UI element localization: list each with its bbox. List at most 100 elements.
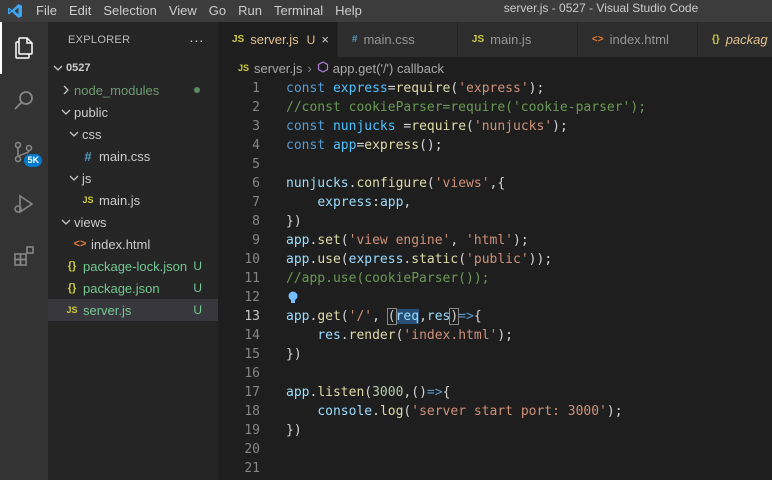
explorer-header: EXPLORER ··· bbox=[48, 22, 218, 57]
code-line[interactable]: 19}) bbox=[218, 421, 772, 440]
git-untracked-badge: U bbox=[193, 303, 202, 317]
code-token: ( bbox=[340, 309, 349, 324]
code-line[interactable]: 9 app.set('view engine', 'html'); bbox=[218, 231, 772, 250]
code-line[interactable]: 12 bbox=[218, 288, 772, 307]
code-line[interactable]: 8}) bbox=[218, 212, 772, 231]
tree-item-label: css bbox=[82, 126, 102, 142]
chevron-down-icon bbox=[58, 107, 74, 117]
chevron-down-icon bbox=[58, 217, 74, 227]
tree-item-views[interactable]: views bbox=[48, 211, 218, 233]
explorer-sidebar: EXPLORER ··· 0527 node_modules public css #… bbox=[48, 22, 218, 480]
code-token: const bbox=[286, 119, 333, 134]
html-file-icon: <> bbox=[73, 238, 87, 250]
tree-item-js[interactable]: js bbox=[48, 167, 218, 189]
explorer-more-button[interactable]: ··· bbox=[189, 32, 204, 48]
code-text: console.log('server start port: 3000'); bbox=[286, 402, 622, 421]
tree-item-node-modules[interactable]: node_modules bbox=[48, 79, 218, 101]
code-token: ); bbox=[497, 328, 513, 343]
extensions-activity-icon[interactable] bbox=[0, 230, 48, 282]
js-file-icon: JS bbox=[82, 195, 94, 205]
code-line[interactable]: 21 bbox=[218, 459, 772, 478]
code-line[interactable]: 14 res.render('index.html'); bbox=[218, 326, 772, 345]
code-line[interactable]: 6 nunjucks.configure('views',{ bbox=[218, 174, 772, 193]
code-token: ( bbox=[426, 176, 435, 191]
line-number: 15 bbox=[244, 347, 260, 362]
code-token: = bbox=[387, 81, 396, 96]
js-file-icon: JS bbox=[232, 34, 245, 45]
tree-item-css[interactable]: css bbox=[48, 123, 218, 145]
code-line[interactable]: 1 const express=require('express'); bbox=[218, 79, 772, 98]
code-line[interactable]: 17 app.listen(3000,()=>{ bbox=[218, 383, 772, 402]
tree-item-index-html[interactable]: <> index.html bbox=[48, 233, 218, 255]
code-editor[interactable]: 1 const express=require('express'); 2//con… bbox=[218, 79, 772, 480]
lightbulb-icon[interactable] bbox=[286, 290, 300, 305]
code-token: configure bbox=[356, 176, 427, 191]
code-text: }) bbox=[286, 421, 302, 440]
tree-item-label: views bbox=[74, 214, 107, 230]
tree-item-main-css[interactable]: # main.css bbox=[48, 145, 218, 167]
code-token: , bbox=[372, 309, 388, 324]
code-line[interactable]: 13 app.get('/', (req,res)=>{ bbox=[218, 307, 772, 326]
code-line[interactable]: 3 const nunjucks =require('nunjucks'); bbox=[218, 117, 772, 136]
code-token: listen bbox=[317, 385, 365, 400]
tree-item-package-lock-json[interactable]: {} package-lock.json U bbox=[48, 255, 218, 277]
code-line[interactable]: 11 //app.use(cookieParser()); bbox=[218, 269, 772, 288]
tree-item-package-json[interactable]: {} package.json U bbox=[48, 277, 218, 299]
tree-root-label: 0527 bbox=[66, 62, 91, 74]
code-line[interactable]: 2 //const cookieParser=require('cookie-pa… bbox=[218, 98, 772, 117]
code-token: ( bbox=[340, 252, 349, 267]
code-token: }) bbox=[286, 214, 302, 229]
js-file-icon: JS bbox=[66, 305, 78, 315]
editor-tabs: JS server.js U × # main.css JS main.js <> index.h… bbox=[218, 22, 772, 57]
code-token: ( bbox=[386, 308, 397, 325]
search-activity-icon[interactable] bbox=[0, 74, 48, 126]
code-token: 'view engine' bbox=[348, 233, 451, 248]
code-line[interactable]: 20 bbox=[218, 440, 772, 459]
tree-item-main-js[interactable]: JS main.js bbox=[48, 189, 218, 211]
code-line[interactable]: 5 bbox=[218, 155, 772, 174]
code-line[interactable]: 15}) bbox=[218, 345, 772, 364]
code-token: 'public' bbox=[466, 252, 529, 267]
code-token: console bbox=[317, 404, 373, 419]
tab-index-html[interactable]: <> index.html bbox=[577, 22, 698, 57]
code-token: res bbox=[426, 309, 451, 324]
code-token: use bbox=[317, 252, 341, 267]
tree-item-label: main.css bbox=[99, 148, 151, 164]
code-token: ,{ bbox=[489, 176, 506, 191]
code-text: //app.use(cookieParser()); bbox=[286, 269, 490, 288]
explorer-activity-icon[interactable] bbox=[0, 22, 48, 74]
code-token: render bbox=[348, 328, 396, 343]
run-debug-activity-icon[interactable] bbox=[0, 178, 48, 230]
tab-label: packag bbox=[725, 32, 768, 47]
code-line[interactable]: 7 express:app, bbox=[218, 193, 772, 212]
code-line[interactable]: 18 console.log('server start port: 3000'… bbox=[218, 402, 772, 421]
code-token: , bbox=[419, 309, 427, 324]
line-number: 1 bbox=[252, 81, 260, 96]
source-control-activity-icon[interactable]: 5K bbox=[0, 126, 48, 178]
tab-packag[interactable]: {} packag bbox=[697, 22, 772, 57]
code-token: (); bbox=[419, 138, 443, 153]
tree-item-label: package-lock.json bbox=[83, 258, 188, 274]
code-text: app.get('/', (req,res)=>{ bbox=[286, 307, 482, 326]
code-token: 'views' bbox=[434, 176, 490, 191]
code-line[interactable]: 4 const app=express(); bbox=[218, 136, 772, 155]
close-icon[interactable]: × bbox=[321, 32, 329, 47]
code-token: { bbox=[442, 385, 451, 400]
code-line[interactable]: 16 bbox=[218, 364, 772, 383]
tab-server-js[interactable]: JS server.js U × bbox=[218, 22, 338, 57]
tree-item-label: main.js bbox=[99, 192, 141, 208]
code-token: 'express' bbox=[458, 81, 529, 96]
code-token: req bbox=[395, 309, 420, 324]
code-token: ,() bbox=[403, 385, 427, 400]
json-file-icon: {} bbox=[67, 282, 77, 294]
breadcrumb-symbol[interactable]: app.get('/') callback bbox=[333, 61, 444, 76]
tree-item-public[interactable]: public bbox=[48, 101, 218, 123]
tab-main-css[interactable]: # main.css bbox=[337, 22, 458, 57]
code-token: '/' bbox=[348, 309, 373, 324]
tree-item-server-js[interactable]: JS server.js U bbox=[48, 299, 218, 321]
breadcrumb-file[interactable]: server.js bbox=[254, 61, 302, 76]
tree-root-folder[interactable]: 0527 bbox=[48, 57, 218, 79]
tab-main-js[interactable]: JS main.js bbox=[457, 22, 578, 57]
code-token: app bbox=[286, 233, 310, 248]
code-line[interactable]: 10 app.use(express.static('public')); bbox=[218, 250, 772, 269]
